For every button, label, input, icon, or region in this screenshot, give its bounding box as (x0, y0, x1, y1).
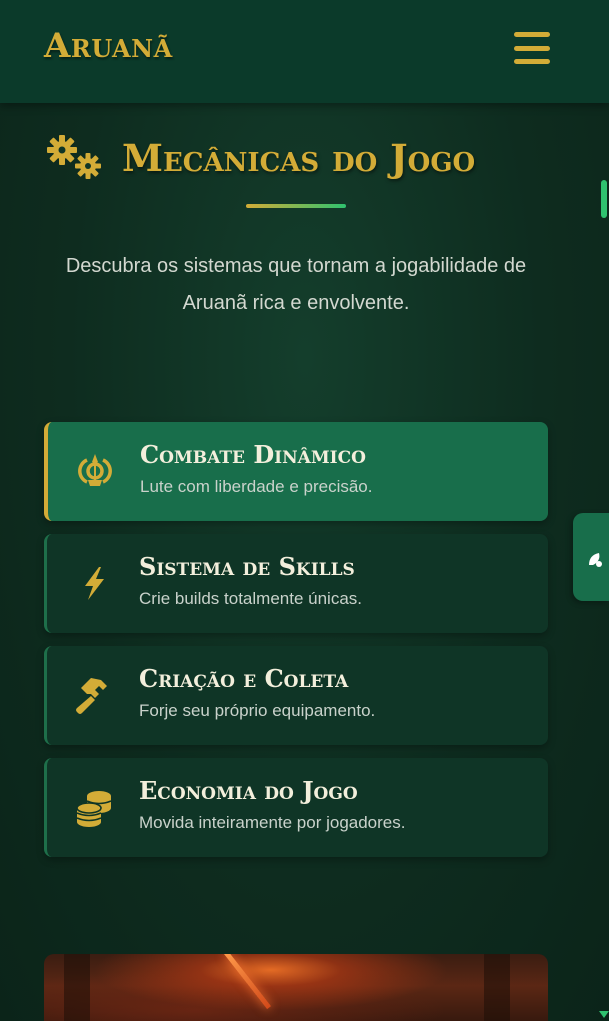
card-title: Combate Dinâmico (140, 440, 366, 469)
card-title: Sistema de Skills (139, 552, 355, 581)
section-description: Descubra os sistemas que tornam a jogabi… (65, 255, 527, 314)
gears-icon (47, 135, 101, 179)
leaf-icon (589, 553, 602, 567)
card-description: Movida inteiramente por jogadores. (139, 813, 406, 832)
card-title: Economia do Jogo (139, 776, 358, 805)
page-title: Mecânicas do Jogo (122, 136, 476, 180)
card-description: Lute com liberdade e precisão. (140, 477, 373, 496)
card-title: Criação e Coleta (139, 664, 349, 693)
title-underline (246, 204, 346, 208)
bolt-icon (85, 567, 104, 600)
image-detail (64, 954, 90, 1021)
card-description: Crie builds totalmente únicas. (139, 589, 363, 608)
image-detail (224, 954, 272, 1010)
mechanic-card-economia[interactable]: Economia do Jogo Movida inteiramente por… (44, 758, 548, 857)
menu-line (514, 32, 550, 37)
site-logo[interactable]: Aruanã (44, 26, 173, 66)
khanda-icon (78, 454, 112, 486)
side-widget-tab[interactable] (573, 513, 609, 601)
hammer-icon (76, 678, 107, 714)
mechanic-card-combate[interactable]: Combate Dinâmico Lute com liberdade e pr… (44, 422, 548, 521)
menu-line (514, 59, 550, 64)
coins-icon (76, 791, 112, 827)
image-detail (484, 954, 510, 1021)
mechanic-preview-image (44, 954, 548, 1021)
mechanic-card-criacao[interactable]: Criação e Coleta Forje seu próprio equip… (44, 646, 548, 745)
scroll-down-arrow-icon[interactable] (599, 1011, 609, 1018)
section-heading: Mecânicas do Jogo (46, 128, 475, 188)
card-description: Forje seu próprio equipamento. (139, 701, 376, 720)
hamburger-menu-icon[interactable] (514, 32, 550, 64)
scrollbar-thumb[interactable] (601, 180, 607, 218)
menu-line (514, 45, 550, 51)
mechanic-card-skills[interactable]: Sistema de Skills Crie builds totalmente… (44, 534, 548, 633)
site-header: Aruanã (0, 0, 609, 103)
